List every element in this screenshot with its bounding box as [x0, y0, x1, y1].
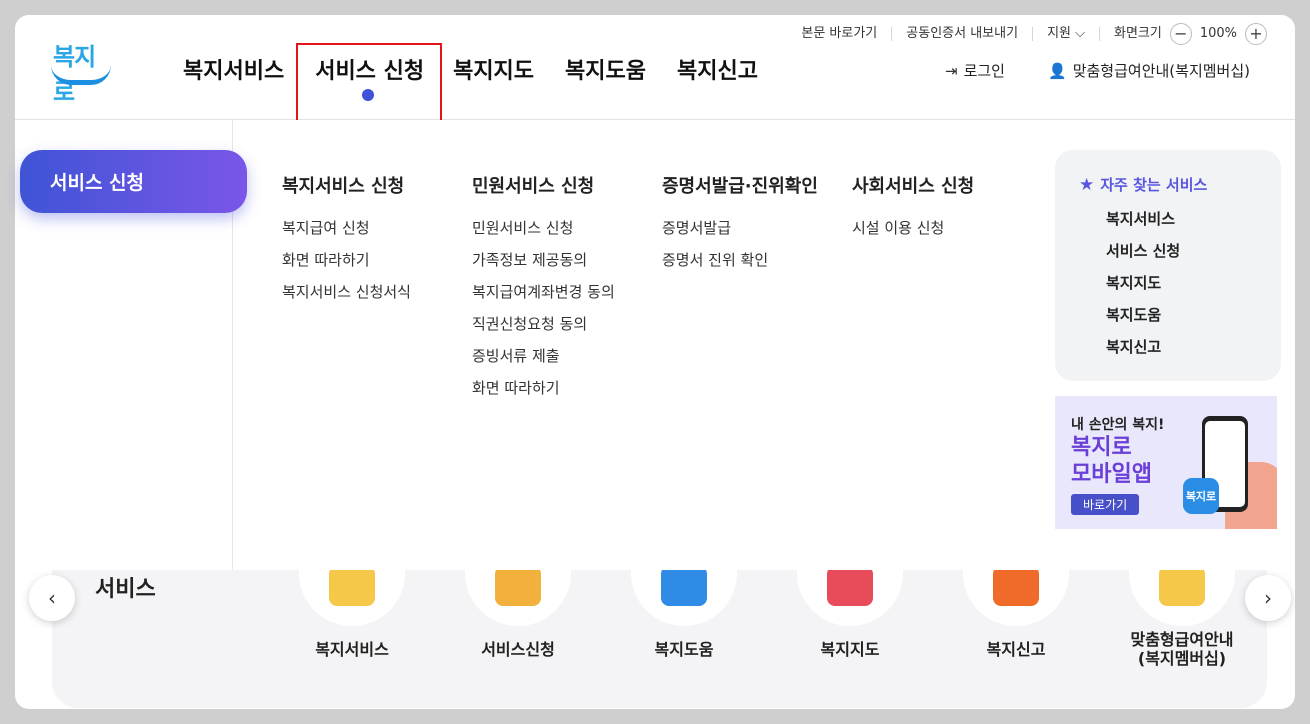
- nav-item-welfare-report[interactable]: 복지신고: [677, 53, 758, 85]
- screen-size-control: 화면크기 − 100% +: [1100, 23, 1281, 45]
- site-header: 본문 바로가기 공동인증서 내보내기 지원 ⌵ 화면크기 − 100% + 복지…: [15, 15, 1295, 128]
- app-icon: 복지로: [1183, 478, 1219, 514]
- zoom-out-button[interactable]: −: [1169, 23, 1192, 45]
- membership-label: 맞춤형급여안내(복지멤버십): [1072, 62, 1250, 80]
- favorite-link[interactable]: 서비스 신청: [1106, 242, 1180, 261]
- favorite-link[interactable]: 복지도움: [1106, 306, 1180, 325]
- banner-go-button[interactable]: 바로가기: [1071, 494, 1140, 515]
- mega-menu-side-title: 서비스 신청: [20, 150, 247, 213]
- minus-icon: −: [1174, 24, 1188, 43]
- menu-link[interactable]: 화면 따라하기: [282, 250, 411, 270]
- utility-bar: 본문 바로가기 공동인증서 내보내기 지원 ⌵ 화면크기 − 100% +: [787, 23, 1281, 45]
- service-label-line2: (복지멤버십): [1137, 649, 1227, 668]
- mobile-app-banner[interactable]: 내 손안의 복지! 복지로 모바일앱 바로가기 복지로: [1055, 396, 1277, 529]
- service-label: 복지서비스: [315, 640, 389, 659]
- favorite-link[interactable]: 복지신고: [1106, 338, 1180, 357]
- favorites-box: ★ 자주 찾는 서비스 복지서비스 서비스 신청 복지지도 복지도움 복지신고: [1055, 150, 1281, 381]
- membership-link[interactable]: 👤 맞춤형급여안내(복지멤버십): [1048, 60, 1250, 81]
- favorites-title-text: 자주 찾는 서비스: [1100, 176, 1208, 194]
- service-label: 맞춤형급여안내 (복지멤버십): [1112, 630, 1252, 668]
- language-label: 지원: [1047, 26, 1071, 41]
- menu-link[interactable]: 시설 이용 신청: [852, 218, 974, 238]
- zoom-value: 100%: [1199, 26, 1237, 41]
- login-icon: ⇥: [945, 61, 958, 80]
- zoom-in-button[interactable]: +: [1245, 23, 1267, 45]
- favorites-title: ★ 자주 찾는 서비스: [1079, 174, 1207, 195]
- menu-column-title[interactable]: 민원서비스 신청: [472, 172, 615, 198]
- site-logo[interactable]: 복지로: [51, 35, 115, 106]
- menu-link[interactable]: 민원서비스 신청: [472, 218, 615, 238]
- active-nav-highlight: [296, 43, 442, 128]
- banner-headline-line1: 복지로: [1071, 435, 1132, 460]
- chevron-right-icon: ›: [1264, 586, 1272, 610]
- menu-column-social-service: 사회서비스 신청 시설 이용 신청: [852, 172, 974, 250]
- menu-link[interactable]: 증명서발급: [662, 218, 818, 238]
- banner-headline-line2: 모바일앱: [1071, 462, 1152, 487]
- plus-icon: +: [1249, 24, 1263, 43]
- service-panel-title: 서비스: [95, 577, 156, 602]
- cert-export-link[interactable]: 공동인증서 내보내기: [892, 27, 1034, 41]
- menu-link[interactable]: 증명서 진위 확인: [662, 250, 818, 270]
- menu-link[interactable]: 복지급여계좌변경 동의: [472, 282, 615, 302]
- menu-link[interactable]: 복지서비스 신청서식: [282, 282, 411, 302]
- banner-headline: 복지로 모바일앱: [1071, 434, 1152, 488]
- menu-column-welfare-apply: 복지서비스 신청 복지급여 신청 화면 따라하기 복지서비스 신청서식: [282, 172, 411, 314]
- mega-menu: 서비스 신청 복지서비스 신청 복지급여 신청 화면 따라하기 복지서비스 신청…: [15, 120, 1295, 570]
- menu-column-civil-apply: 민원서비스 신청 민원서비스 신청 가족정보 제공동의 복지급여계좌변경 동의 …: [472, 172, 615, 410]
- chevron-left-icon: ‹: [48, 586, 56, 610]
- service-label: 복지신고: [986, 640, 1046, 659]
- service-label: 서비스신청: [481, 640, 555, 659]
- menu-column-title[interactable]: 증명서발급·진위확인: [662, 172, 818, 198]
- menu-link[interactable]: 직권신청요청 동의: [472, 314, 615, 334]
- service-label: 복지도움: [654, 640, 714, 659]
- menu-link[interactable]: 증빙서류 제출: [472, 346, 615, 366]
- active-indicator-dot: [362, 89, 374, 101]
- screen-size-label: 화면크기: [1113, 26, 1162, 41]
- language-dropdown[interactable]: 지원 ⌵: [1033, 27, 1100, 41]
- menu-link[interactable]: 화면 따라하기: [472, 378, 615, 398]
- banner-small-text: 내 손안의 복지!: [1071, 417, 1165, 433]
- prev-arrow-button[interactable]: ‹: [29, 575, 75, 621]
- favorite-link[interactable]: 복지서비스: [1106, 210, 1180, 229]
- nav-item-welfare-map[interactable]: 복지지도: [453, 53, 534, 85]
- login-label: 로그인: [963, 62, 1005, 80]
- favorite-link[interactable]: 복지지도: [1106, 274, 1180, 293]
- nav-item-welfare-service[interactable]: 복지서비스: [183, 53, 284, 85]
- service-label-line1: 맞춤형급여안내: [1130, 630, 1234, 649]
- menu-link[interactable]: 가족정보 제공동의: [472, 250, 615, 270]
- skip-to-content-link[interactable]: 본문 바로가기: [787, 27, 893, 41]
- nav-item-welfare-help[interactable]: 복지도움: [565, 53, 646, 85]
- service-label: 복지지도: [820, 640, 880, 659]
- main-nav: 복지서비스 서비스 신청 복지지도 복지도움 복지신고: [183, 53, 789, 85]
- menu-column-title[interactable]: 복지서비스 신청: [282, 172, 411, 198]
- menu-column-title[interactable]: 사회서비스 신청: [852, 172, 974, 198]
- menu-column-certificate: 증명서발급·진위확인 증명서발급 증명서 진위 확인: [662, 172, 818, 282]
- star-icon: ★: [1079, 174, 1095, 195]
- chevron-down-icon: ⌵: [1075, 26, 1085, 41]
- user-add-icon: 👤: [1048, 61, 1067, 80]
- menu-link[interactable]: 복지급여 신청: [282, 218, 411, 238]
- login-link[interactable]: ⇥ 로그인: [945, 60, 1005, 81]
